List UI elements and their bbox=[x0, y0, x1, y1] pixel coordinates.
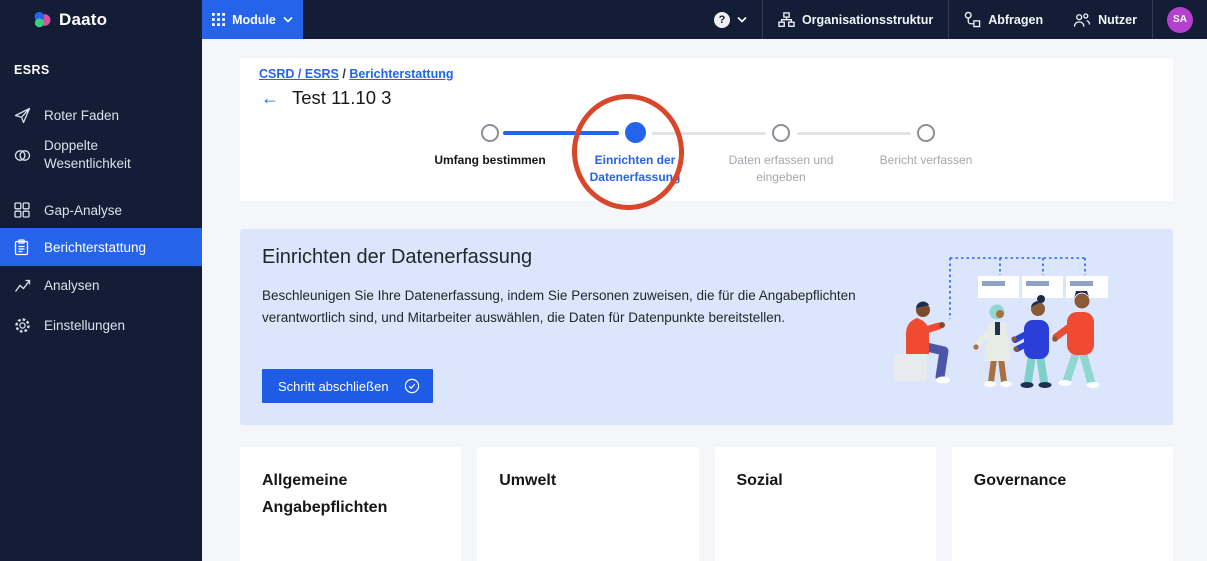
title-row: ← Test 11.10 3 bbox=[261, 87, 391, 109]
breadcrumb: CSRD / ESRS / Berichterstattung bbox=[259, 67, 454, 81]
stepper-connector bbox=[797, 132, 911, 135]
sidebar-item-gap-analyse[interactable]: Gap-Analyse bbox=[0, 196, 202, 224]
sidebar: ESRS Roter Faden Doppelte Wesentlichkeit bbox=[0, 39, 202, 561]
stepper-connector bbox=[652, 132, 766, 135]
help-menu[interactable]: ? bbox=[699, 0, 762, 39]
category-card-umwelt[interactable]: Umwelt bbox=[477, 447, 698, 561]
double-circles-icon bbox=[14, 148, 31, 163]
step-label-3[interactable]: Daten erfassen und eingeben bbox=[711, 152, 851, 187]
step-label-2[interactable]: Einrichten der Datenerfassung bbox=[565, 152, 705, 187]
nav-item-nutzer[interactable]: Nutzer bbox=[1058, 0, 1152, 39]
sidebar-item-label: Analysen bbox=[44, 278, 100, 293]
nav-label: Nutzer bbox=[1098, 13, 1137, 27]
chevron-down-icon bbox=[283, 16, 293, 23]
step-info-card: Einrichten der Datenerfassung Beschleuni… bbox=[240, 229, 1173, 425]
donut-chart bbox=[240, 447, 461, 561]
step-circle-1[interactable] bbox=[481, 124, 499, 142]
sidebar-item-doppelte-wesentlichkeit[interactable]: Doppelte Wesentlichkeit bbox=[0, 136, 202, 174]
grid-menu-icon bbox=[212, 13, 225, 26]
stepper-connector-done bbox=[503, 131, 619, 135]
info-card-body: Beschleunigen Sie Ihre Datenerfassung, i… bbox=[262, 285, 856, 329]
sidebar-item-label: Einstellungen bbox=[44, 318, 125, 333]
divider bbox=[1152, 0, 1153, 39]
navbar-right-group: ? Organisationsstruktur bbox=[699, 0, 1207, 39]
module-button-label: Module bbox=[232, 13, 276, 27]
step-circle-2-active[interactable] bbox=[625, 122, 646, 143]
back-arrow-icon[interactable]: ← bbox=[261, 89, 279, 107]
daato-logo-icon bbox=[33, 11, 51, 29]
sidebar-section-title: ESRS bbox=[14, 63, 50, 77]
nav-label: Organisationsstruktur bbox=[802, 13, 933, 27]
sidebar-item-einstellungen[interactable]: Einstellungen bbox=[0, 311, 202, 339]
nav-item-abfragen[interactable]: Abfragen bbox=[949, 0, 1058, 39]
paper-plane-icon bbox=[14, 107, 31, 124]
help-icon: ? bbox=[714, 12, 730, 28]
sidebar-item-roter-faden[interactable]: Roter Faden bbox=[0, 101, 202, 129]
complete-step-button[interactable]: Schritt abschließen bbox=[262, 369, 433, 403]
top-navbar: Daato Module ? bbox=[0, 0, 1207, 39]
line-chart-icon bbox=[14, 278, 31, 293]
nav-item-organisationsstruktur[interactable]: Organisationsstruktur bbox=[763, 0, 948, 39]
page-header-card: CSRD / ESRS / Berichterstattung ← Test 1… bbox=[240, 58, 1173, 201]
category-card-allgemeine-angabepflichten[interactable]: Allgemeine Angabepflichten bbox=[240, 447, 461, 561]
breadcrumb-link-csrd-esrs[interactable]: CSRD / ESRS bbox=[259, 67, 339, 81]
users-icon bbox=[1073, 12, 1091, 28]
step-label-4[interactable]: Bericht verfassen bbox=[856, 152, 996, 169]
breadcrumb-separator: / bbox=[339, 67, 349, 81]
teamwork-illustration bbox=[880, 241, 1165, 417]
clipboard-icon bbox=[14, 239, 31, 256]
module-menu-button[interactable]: Module bbox=[202, 0, 303, 39]
org-structure-icon bbox=[778, 12, 795, 28]
category-cards-row: Allgemeine Angabepflichten Umwelt Sozial… bbox=[240, 447, 1173, 561]
donut-chart bbox=[952, 447, 1173, 561]
user-avatar[interactable]: SA bbox=[1167, 7, 1193, 33]
step-circle-4[interactable] bbox=[917, 124, 935, 142]
category-card-sozial[interactable]: Sozial bbox=[715, 447, 936, 561]
donut-chart bbox=[477, 447, 698, 561]
sidebar-item-berichterstattung[interactable]: Berichterstattung bbox=[0, 228, 202, 266]
step-label-1[interactable]: Umfang bestimmen bbox=[420, 152, 560, 169]
sidebar-item-label: Berichterstattung bbox=[44, 240, 146, 255]
workflow-icon bbox=[964, 11, 981, 28]
grid-icon bbox=[14, 202, 31, 218]
donut-chart bbox=[715, 447, 936, 561]
info-card-title: Einrichten der Datenerfassung bbox=[262, 246, 532, 269]
nav-label: Abfragen bbox=[988, 13, 1043, 27]
category-card-governance[interactable]: Governance bbox=[952, 447, 1173, 561]
step-circle-3[interactable] bbox=[772, 124, 790, 142]
sidebar-item-label: Roter Faden bbox=[44, 108, 119, 123]
chevron-down-icon bbox=[737, 16, 747, 23]
gear-icon bbox=[14, 317, 31, 334]
check-circle-icon bbox=[404, 378, 420, 394]
sidebar-item-analysen[interactable]: Analysen bbox=[0, 271, 202, 299]
brand-logo[interactable]: Daato bbox=[33, 0, 107, 39]
complete-step-button-label: Schritt abschließen bbox=[278, 379, 389, 394]
page-title: Test 11.10 3 bbox=[292, 87, 391, 109]
sidebar-item-label: Gap-Analyse bbox=[44, 203, 122, 218]
app-screen: Daato Module ? bbox=[0, 0, 1207, 561]
breadcrumb-link-berichterstattung[interactable]: Berichterstattung bbox=[349, 67, 453, 81]
brand-name: Daato bbox=[59, 10, 107, 30]
sidebar-item-label: Doppelte Wesentlichkeit bbox=[44, 137, 162, 173]
